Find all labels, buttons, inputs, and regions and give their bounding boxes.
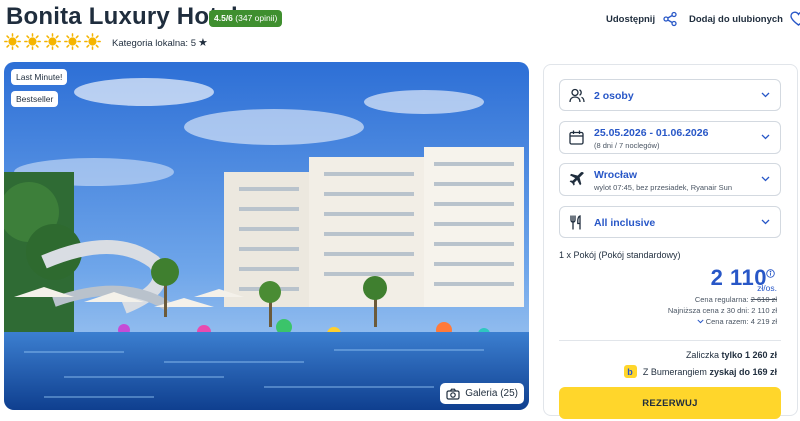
board-select[interactable]: All inclusive [559, 206, 781, 238]
camera-icon [446, 388, 460, 400]
sun-icon [64, 33, 81, 50]
room-info: 1 x Pokój (Pokój standardowy) [559, 250, 681, 260]
hotel-photo[interactable]: Last Minute! Bestseller Galeria (25) [4, 62, 529, 410]
share-icon [663, 11, 677, 27]
regular-price-value: 2 610 zł [750, 295, 777, 304]
departure-details: wylot 07:45, bez przesiadek, Ryanair Sun [594, 183, 732, 192]
lowest-price-label: Najniższa cena z 30 dni: [667, 306, 750, 315]
calendar-icon [569, 130, 584, 145]
dates-select[interactable]: 25.05.2026 - 01.06.2026 (8 dni / 7 nocle… [559, 121, 781, 154]
category-label: Kategoria lokalna: 5 [112, 38, 196, 49]
chevron-down-icon [761, 92, 770, 98]
bumerang-value: zyskaj do 169 zł [709, 366, 777, 377]
lowest-price: Najniższa cena z 30 dni: 2 110 zł [668, 306, 777, 315]
hotel-photo-image [4, 62, 529, 410]
sun-icon [24, 33, 41, 50]
rating-value: 4.5/6 [214, 13, 233, 23]
star-icon: ★ [197, 37, 208, 49]
chevron-down-icon [761, 134, 770, 140]
info-icon[interactable] [766, 269, 775, 278]
dates-value: 25.05.2026 - 01.06.2026 [594, 127, 709, 139]
regular-price: Cena regularna: 2 610 zł [695, 295, 777, 304]
favorite-label: Dodaj do ulubionych [689, 13, 783, 25]
people-icon [569, 88, 585, 103]
share-label: Udostępnij [606, 13, 656, 25]
total-price-label: Cena razem: [705, 317, 749, 326]
bumerang-info[interactable]: b Z Bumerangiem zyskaj do 169 zł [623, 365, 777, 378]
bumerang-label: Z Bumerangiem [642, 366, 707, 377]
bumerang-logo-icon: b [623, 365, 637, 378]
dates-duration: (8 dni / 7 noclegów) [594, 141, 660, 150]
svg-text:b: b [627, 367, 633, 377]
board-value: All inclusive [594, 217, 656, 229]
sun-icon [44, 33, 61, 50]
plane-icon [569, 172, 584, 186]
chevron-down-icon [761, 176, 770, 182]
regular-price-label: Cena regularna: [694, 295, 749, 304]
share-button[interactable]: Udostępnij [606, 11, 678, 27]
sun-icon [4, 33, 21, 50]
chevron-down-icon [761, 219, 770, 225]
departure-select[interactable]: Wrocław wylot 07:45, bez przesiadek, Rya… [559, 163, 781, 196]
departure-city: Wrocław [594, 169, 637, 181]
guests-select[interactable]: 2 osoby [559, 79, 781, 111]
gallery-label: Galeria (25) [465, 388, 518, 399]
booking-panel: 2 osoby 25.05.2026 - 01.06.2026 (8 dni /… [543, 64, 798, 419]
gallery-button[interactable]: Galeria (25) [440, 383, 524, 404]
local-category: Kategoria lokalna: 5 ★ [112, 36, 208, 49]
lowest-price-value: 2 110 zł [751, 306, 777, 315]
cutlery-icon [570, 215, 581, 230]
sun-icon [84, 33, 101, 50]
heart-icon [790, 11, 800, 26]
total-price[interactable]: Cena razem: 4 219 zł [697, 317, 777, 326]
hotel-title: Bonita Luxury Hotel [6, 3, 238, 30]
sun-rating [4, 33, 101, 50]
review-count: (347 opinii) [235, 13, 278, 23]
deposit-label: Zaliczka [685, 350, 719, 360]
deposit-info: Zaliczka tylko 1 260 zł [686, 350, 777, 360]
guests-value: 2 osoby [594, 90, 634, 102]
reserve-button[interactable]: REZERWUJ [559, 387, 781, 419]
favorite-button[interactable]: Dodaj do ulubionych [689, 11, 800, 27]
divider [559, 340, 781, 341]
deposit-value: tylko 1 260 zł [721, 350, 777, 360]
chevron-down-icon [697, 319, 704, 324]
rating-badge[interactable]: 4.5/6 (347 opinii) [209, 10, 283, 27]
total-price-value: 4 219 zł [750, 317, 777, 326]
tag-last-minute: Last Minute! [11, 69, 68, 85]
tag-bestseller: Bestseller [11, 91, 59, 107]
price-unit: zł/os. [757, 283, 777, 293]
